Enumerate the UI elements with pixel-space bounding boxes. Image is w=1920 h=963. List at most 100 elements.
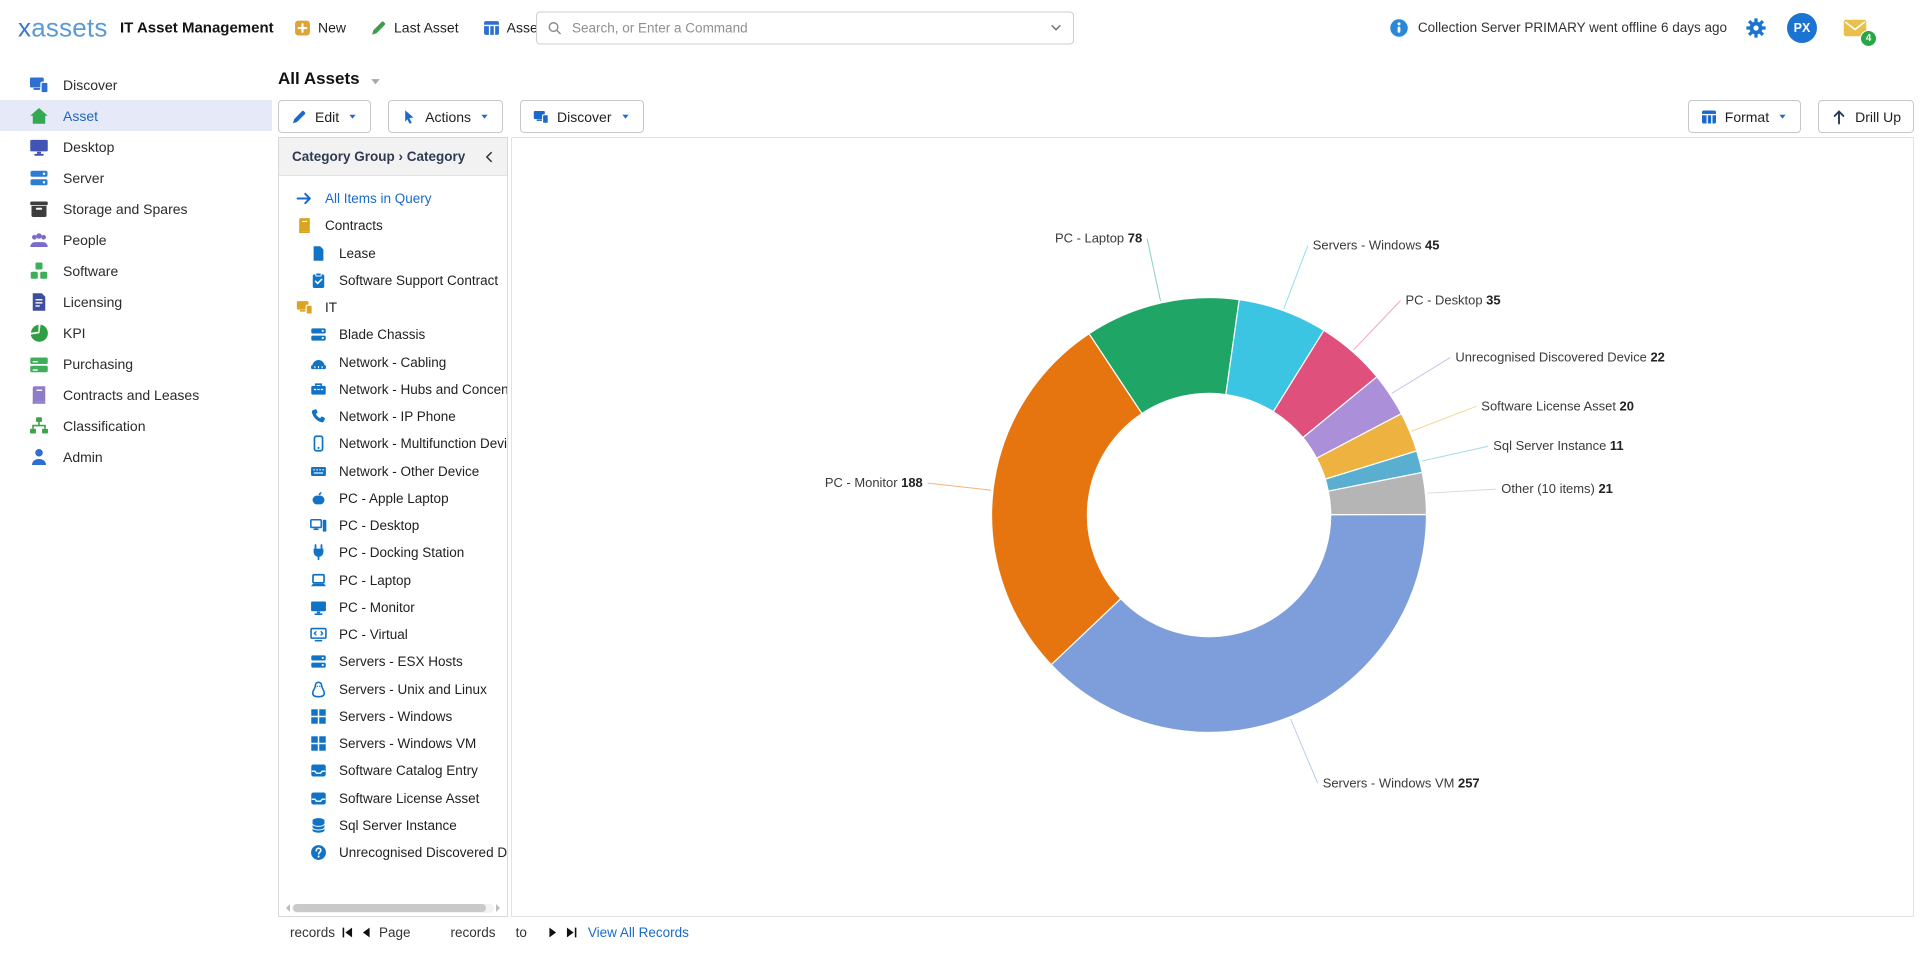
app-title: IT Asset Management [120, 19, 274, 36]
records-label: records [290, 925, 335, 940]
sidebar-item-label: Asset [63, 108, 98, 124]
mail-badge: 4 [1860, 30, 1877, 47]
category-item-software-catalog-entry[interactable]: Software Catalog Entry [279, 757, 507, 784]
sidebar-item-purchasing[interactable]: Purchasing [0, 348, 272, 379]
network-multifunction-devic-icon [310, 435, 327, 452]
view-all-records-link[interactable]: View All Records [588, 925, 689, 940]
category-item-network-other-device[interactable]: Network - Other Device [279, 458, 507, 485]
category-item-label: Servers - Windows [339, 709, 452, 724]
category-item-servers-windows[interactable]: Servers - Windows [279, 703, 507, 730]
first-page-icon[interactable] [341, 926, 354, 939]
scrollbar-track[interactable] [292, 904, 494, 913]
category-item-software-support-contract[interactable]: Software Support Contract [279, 267, 507, 294]
category-item-sql-server-instance[interactable]: Sql Server Instance [279, 812, 507, 839]
sidebar-item-label: Storage and Spares [63, 201, 188, 217]
app-logo[interactable]: xassets [18, 12, 108, 43]
category-item-network-cabling[interactable]: Network - Cabling [279, 349, 507, 376]
sidebar-item-storage-and-spares[interactable]: Storage and Spares [0, 193, 272, 224]
next-page-icon[interactable] [546, 926, 559, 939]
leader-line-software-license-asset [1412, 406, 1477, 431]
slice-servers-windows-vm[interactable] [1051, 515, 1426, 733]
category-item-label: Contracts [325, 218, 383, 233]
category-item-label: Servers - ESX Hosts [339, 654, 463, 669]
actions-icon [401, 109, 417, 125]
purchasing-icon [29, 354, 49, 374]
unrecognised-discovered-devi-icon [310, 844, 327, 861]
sidebar-item-discover[interactable]: Discover [0, 69, 272, 100]
category-item-unrecognised-discovered-devi[interactable]: Unrecognised Discovered Devi [279, 839, 507, 866]
sidebar-item-server[interactable]: Server [0, 162, 272, 193]
category-item-pc-apple-laptop[interactable]: PC - Apple Laptop [279, 485, 507, 512]
caret-down-icon [479, 111, 490, 122]
drill-up-button[interactable]: Drill Up [1818, 100, 1914, 133]
page-title-caret-icon[interactable] [368, 74, 383, 89]
category-item-label: Software Support Contract [339, 273, 498, 288]
search-dropdown-icon[interactable] [1049, 21, 1063, 35]
pc-monitor-icon [310, 599, 327, 616]
classification-icon [29, 416, 49, 436]
category-item-blade-chassis[interactable]: Blade Chassis [279, 321, 507, 348]
category-item-network-multifunction-devic[interactable]: Network - Multifunction Devic [279, 430, 507, 457]
slice-label-sql-server-instance: Sql Server Instance 11 [1493, 438, 1623, 453]
discover-button[interactable]: Discover [520, 100, 643, 133]
desktop-icon [29, 137, 49, 157]
category-item-label: Software Catalog Entry [339, 763, 478, 778]
prev-page-icon[interactable] [360, 926, 373, 939]
category-item-it[interactable]: IT [279, 294, 507, 321]
search-bar[interactable] [536, 11, 1074, 44]
to-label: to [516, 925, 527, 940]
sidebar-item-people[interactable]: People [0, 224, 272, 255]
category-item-pc-virtual[interactable]: PC - Virtual [279, 621, 507, 648]
sidebar-item-licensing[interactable]: Licensing [0, 286, 272, 317]
category-item-all-items-in-query[interactable]: All Items in Query [279, 185, 507, 212]
last-asset-button[interactable]: Last Asset [370, 19, 459, 36]
category-item-label: Network - Other Device [339, 464, 479, 479]
category-item-network-hubs-and-concentra[interactable]: Network - Hubs and Concentra [279, 376, 507, 403]
sidebar-item-software[interactable]: Software [0, 255, 272, 286]
edit-button[interactable]: Edit [278, 100, 371, 133]
sidebar-item-label: Desktop [63, 139, 114, 155]
caret-down-icon [1777, 111, 1788, 122]
gear-icon[interactable] [1745, 17, 1767, 39]
sidebar-item-kpi[interactable]: KPI [0, 317, 272, 348]
category-item-servers-esx-hosts[interactable]: Servers - ESX Hosts [279, 648, 507, 675]
category-item-pc-docking-station[interactable]: PC - Docking Station [279, 539, 507, 566]
category-item-pc-desktop[interactable]: PC - Desktop [279, 512, 507, 539]
storage-and-spares-icon [29, 199, 49, 219]
scroll-right-icon[interactable] [496, 904, 504, 912]
category-item-lease[interactable]: Lease [279, 240, 507, 267]
scroll-left-icon[interactable] [282, 904, 290, 912]
category-item-network-ip-phone[interactable]: Network - IP Phone [279, 403, 507, 430]
category-item-label: PC - Monitor [339, 600, 415, 615]
category-item-label: Software License Asset [339, 791, 479, 806]
sidebar-item-desktop[interactable]: Desktop [0, 131, 272, 162]
sidebar-item-label: KPI [63, 325, 86, 341]
category-item-pc-monitor[interactable]: PC - Monitor [279, 594, 507, 621]
category-item-servers-unix-and-linux[interactable]: Servers - Unix and Linux [279, 676, 507, 703]
actions-label: Actions [425, 109, 471, 125]
licensing-icon [29, 292, 49, 312]
category-item-label: PC - Laptop [339, 573, 411, 588]
scrollbar-thumb[interactable] [293, 904, 486, 912]
mail-icon[interactable]: 4 [1840, 16, 1870, 40]
search-input[interactable] [570, 19, 1049, 36]
avatar[interactable]: PX [1787, 13, 1817, 43]
horizontal-scrollbar[interactable] [282, 903, 504, 913]
sidebar-item-classification[interactable]: Classification [0, 410, 272, 441]
sidebar-item-contracts-and-leases[interactable]: Contracts and Leases [0, 379, 272, 410]
format-button[interactable]: Format [1688, 100, 1801, 133]
last-page-icon[interactable] [565, 926, 578, 939]
pc-desktop-icon [310, 517, 327, 534]
info-icon[interactable] [1389, 18, 1409, 38]
category-item-servers-windows-vm[interactable]: Servers - Windows VM [279, 730, 507, 757]
category-item-contracts[interactable]: Contracts [279, 212, 507, 239]
sidebar-item-asset[interactable]: Asset [0, 100, 272, 131]
edit-icon [291, 109, 307, 125]
software-catalog-entry-icon [310, 762, 327, 779]
new-button[interactable]: New [294, 19, 346, 36]
actions-button[interactable]: Actions [388, 100, 503, 133]
sidebar-item-admin[interactable]: Admin [0, 441, 272, 472]
category-item-pc-laptop[interactable]: PC - Laptop [279, 567, 507, 594]
collapse-panel-icon[interactable] [482, 150, 496, 164]
category-item-software-license-asset[interactable]: Software License Asset [279, 785, 507, 812]
